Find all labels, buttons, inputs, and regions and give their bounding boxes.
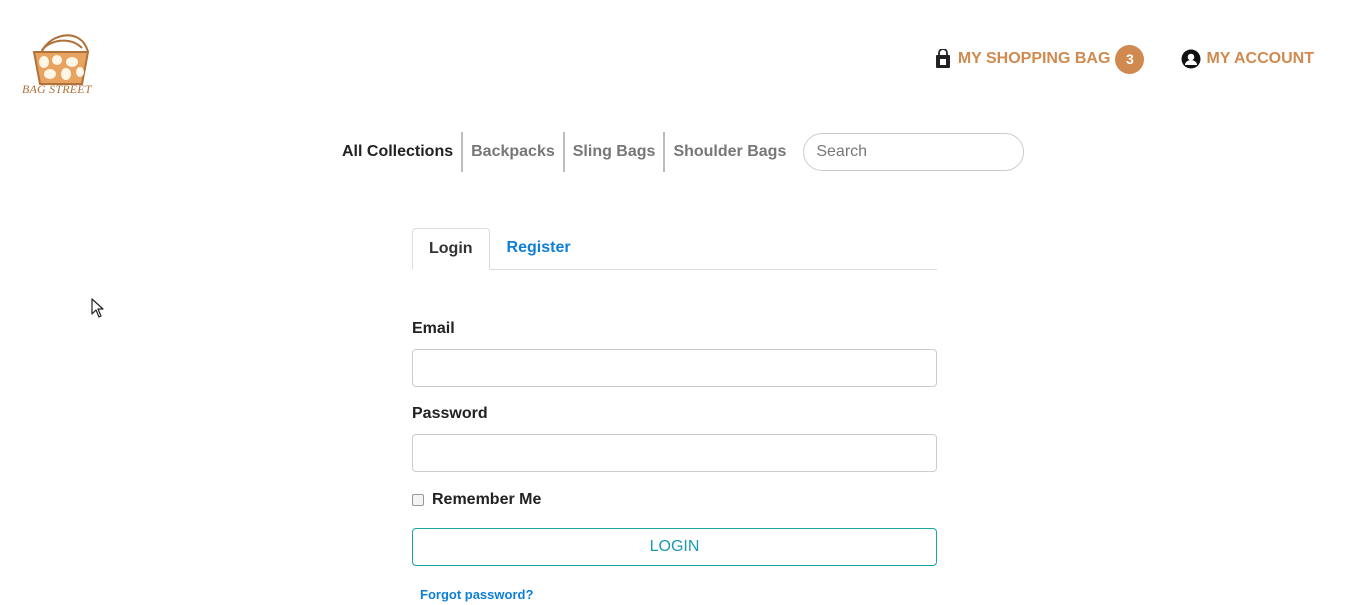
bag-count-badge: 3 [1115,44,1145,74]
shopping-bag-icon [932,47,954,71]
shopping-bag-link[interactable]: MY SHOPPING BAG 3 [932,44,1145,74]
email-label: Email [412,320,455,337]
forgot-password-link[interactable]: Forgot password? [420,587,533,602]
remember-me-checkbox[interactable] [412,494,424,506]
nav-sling-bags[interactable]: Sling Bags [562,132,664,172]
remember-me-label: Remember Me [432,491,542,508]
mouse-cursor-icon [91,298,105,323]
category-nav: All Collections Backpacks Sling Bags Sho… [335,132,1025,172]
password-field[interactable] [412,434,937,472]
my-account-label: MY ACCOUNT [1206,50,1314,67]
header-actions: MY SHOPPING BAG 3 MY ACCOUNT [932,44,1314,74]
remember-me-row: Remember Me [412,491,937,509]
user-account-icon [1180,47,1202,71]
login-button[interactable]: LOGIN [412,528,937,566]
nav-backpacks[interactable]: Backpacks [461,132,563,172]
email-field[interactable] [412,349,937,387]
shopping-bag-label: MY SHOPPING BAG [957,50,1111,67]
tab-login[interactable]: Login [412,228,490,270]
password-label: Password [412,405,488,422]
tab-register[interactable]: Register [490,228,587,269]
auth-tabs: Login Register [412,228,937,270]
auth-panel: Login Register Email Password Remember M… [412,228,937,604]
nav-shoulder-bags[interactable]: Shoulder Bags [663,132,794,172]
nav-all-collections[interactable]: All Collections [335,132,461,172]
brand-name: BAG STREET [22,82,92,96]
search-input[interactable] [803,133,1025,171]
my-account-link[interactable]: MY ACCOUNT [1180,47,1314,71]
